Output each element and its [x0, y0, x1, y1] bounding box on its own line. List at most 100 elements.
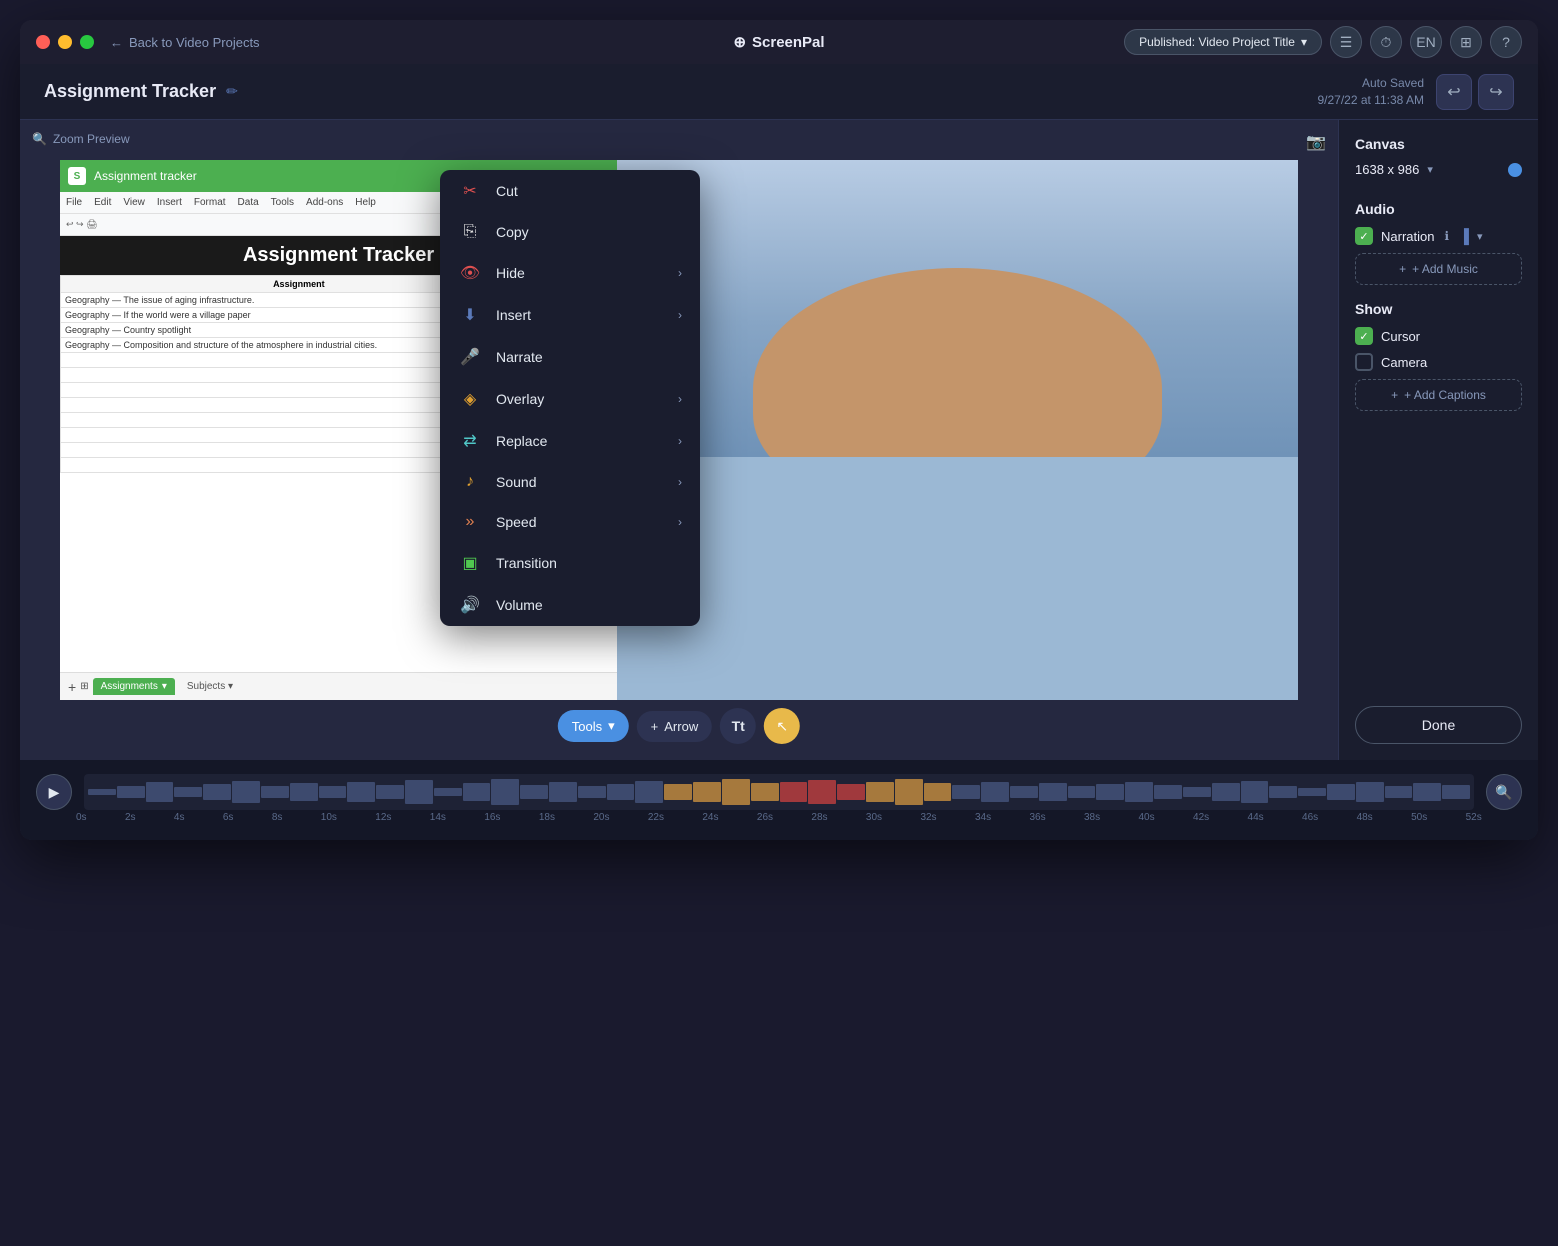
timeline: ▶	[20, 760, 1538, 840]
insert-icon: ⬇	[458, 305, 482, 325]
context-menu: ✂ Cut ⎘ Copy 👁 Hide › ⬇ Insert	[440, 170, 700, 626]
speed-arrow-icon: ›	[678, 515, 682, 529]
done-button[interactable]: Done	[1355, 706, 1522, 744]
narration-checkbox[interactable]: ✓	[1355, 227, 1373, 245]
replace-label: Replace	[496, 433, 547, 449]
camera-checkbox[interactable]	[1355, 353, 1373, 371]
history-button[interactable]: ⏱	[1370, 26, 1402, 58]
waveform-bar	[261, 786, 289, 799]
add-sheet-button[interactable]: +	[68, 679, 76, 695]
main-content: 🔍 Zoom Preview 📷 S Assignment tracker Al…	[20, 120, 1538, 760]
screenshot-button[interactable]: 📷	[1306, 132, 1326, 152]
menu-item-transition[interactable]: ▣ Transition	[440, 542, 700, 584]
narrate-label: Narrate	[496, 349, 543, 365]
subjects-tab[interactable]: Subjects ▾	[179, 678, 241, 695]
queue-button[interactable]: ☰	[1330, 26, 1362, 58]
search-icon: 🔍	[1495, 784, 1512, 801]
right-panel: Canvas 1638 x 986 ▾ Audio ✓ Narration ℹ …	[1338, 120, 1538, 760]
timeline-search-button[interactable]: 🔍	[1486, 774, 1522, 810]
language-button[interactable]: EN	[1410, 26, 1442, 58]
back-button[interactable]: ← Back to Video Projects	[110, 35, 260, 50]
subjects-tab-label: Subjects ▾	[187, 681, 233, 692]
edit-title-icon[interactable]: ✏	[226, 83, 238, 100]
timestamp: 34s	[975, 812, 991, 823]
speed-label: Speed	[496, 514, 536, 530]
menu-item-volume[interactable]: 🔊 Volume	[440, 584, 700, 626]
menu-item-insert[interactable]: ⬇ Insert ›	[440, 294, 700, 336]
arrow-button[interactable]: + Arrow	[637, 711, 713, 742]
waveform-bar	[232, 781, 260, 803]
waveform-bar	[981, 782, 1009, 801]
waveform-bar	[491, 779, 519, 805]
back-arrow-icon: ←	[110, 35, 123, 50]
camera-label: Camera	[1381, 355, 1427, 370]
menu-item-hide[interactable]: 👁 Hide ›	[440, 252, 700, 294]
cursor-label: Cursor	[1381, 329, 1420, 344]
overlay-arrow-icon: ›	[678, 392, 682, 406]
maximize-button[interactable]	[80, 35, 94, 49]
timestamp: 12s	[375, 812, 391, 823]
waveform-bar	[1125, 782, 1153, 803]
waveform-bar	[1442, 785, 1470, 799]
timeline-track[interactable]	[84, 774, 1474, 810]
timestamp: 50s	[1411, 812, 1427, 823]
sound-arrow-icon: ›	[678, 475, 682, 489]
waveform-bar	[290, 783, 318, 801]
arrow-label: Arrow	[664, 719, 698, 734]
tools-button[interactable]: Tools ▾	[558, 710, 629, 742]
plus-icon: +	[1399, 262, 1406, 276]
undo-button[interactable]: ↩	[1436, 74, 1472, 110]
timestamp: 16s	[484, 812, 500, 823]
add-music-button[interactable]: + + Add Music	[1355, 253, 1522, 285]
waveform-bar	[1327, 784, 1355, 800]
queue-icon: ☰	[1340, 34, 1353, 51]
cursor-checkbox[interactable]: ✓	[1355, 327, 1373, 345]
history-icon: ⏱	[1381, 34, 1392, 51]
timestamp: 18s	[539, 812, 555, 823]
waveform-bar	[1068, 786, 1096, 797]
waveform-bar	[117, 786, 145, 799]
menu-item-cut[interactable]: ✂ Cut	[440, 170, 700, 212]
menu-item-sound[interactable]: ♪ Sound ›	[440, 462, 700, 502]
cursor-tool-button[interactable]: ↖	[764, 708, 800, 744]
title-bar: ← Back to Video Projects ⊕ ScreenPal Pub…	[20, 20, 1538, 64]
menu-item-narrate[interactable]: 🎤 Narrate	[440, 336, 700, 378]
layers-button[interactable]: ⊞	[1450, 26, 1482, 58]
waveform-bar	[1183, 787, 1211, 797]
minimize-button[interactable]	[58, 35, 72, 49]
timestamp: 32s	[920, 812, 936, 823]
timestamp: 30s	[866, 812, 882, 823]
assignments-tab-label: Assignments	[101, 681, 158, 692]
help-icon: ?	[1502, 34, 1510, 50]
menu-item-speed[interactable]: » Speed ›	[440, 502, 700, 542]
redo-button[interactable]: ↪	[1478, 74, 1514, 110]
timestamp: 36s	[1029, 812, 1045, 823]
layers-icon: ⊞	[1460, 34, 1472, 51]
waveform-bar	[1385, 786, 1413, 797]
add-captions-button[interactable]: + + Add Captions	[1355, 379, 1522, 411]
close-button[interactable]	[36, 35, 50, 49]
insert-arrow-icon: ›	[678, 308, 682, 322]
publish-button[interactable]: Published: Video Project Title ▾	[1124, 29, 1322, 55]
text-button[interactable]: Tt	[720, 708, 756, 744]
waveform	[84, 774, 1474, 810]
show-section-title: Show	[1355, 301, 1522, 317]
chevron-down-icon: ▾	[1427, 163, 1433, 176]
help-button[interactable]: ?	[1490, 26, 1522, 58]
waveform-bar	[1241, 781, 1269, 803]
play-button[interactable]: ▶	[36, 774, 72, 810]
copy-label: Copy	[496, 224, 529, 240]
assignments-tab[interactable]: Assignments ▾	[93, 678, 175, 695]
waveform-bar	[146, 782, 174, 801]
app-name-label: ScreenPal	[752, 34, 825, 51]
timestamp: 8s	[272, 812, 283, 823]
replace-arrow-icon: ›	[678, 434, 682, 448]
overlay-label: Overlay	[496, 391, 544, 407]
waveform-bar	[1010, 786, 1038, 799]
zoom-icon: 🔍	[32, 132, 47, 146]
menu-item-replace[interactable]: ⇄ Replace ›	[440, 420, 700, 462]
resolution-toggle[interactable]	[1508, 163, 1522, 177]
menu-item-overlay[interactable]: ◈ Overlay ›	[440, 378, 700, 420]
menu-item-copy[interactable]: ⎘ Copy	[440, 212, 700, 252]
waveform-bar-highlight	[693, 782, 721, 803]
